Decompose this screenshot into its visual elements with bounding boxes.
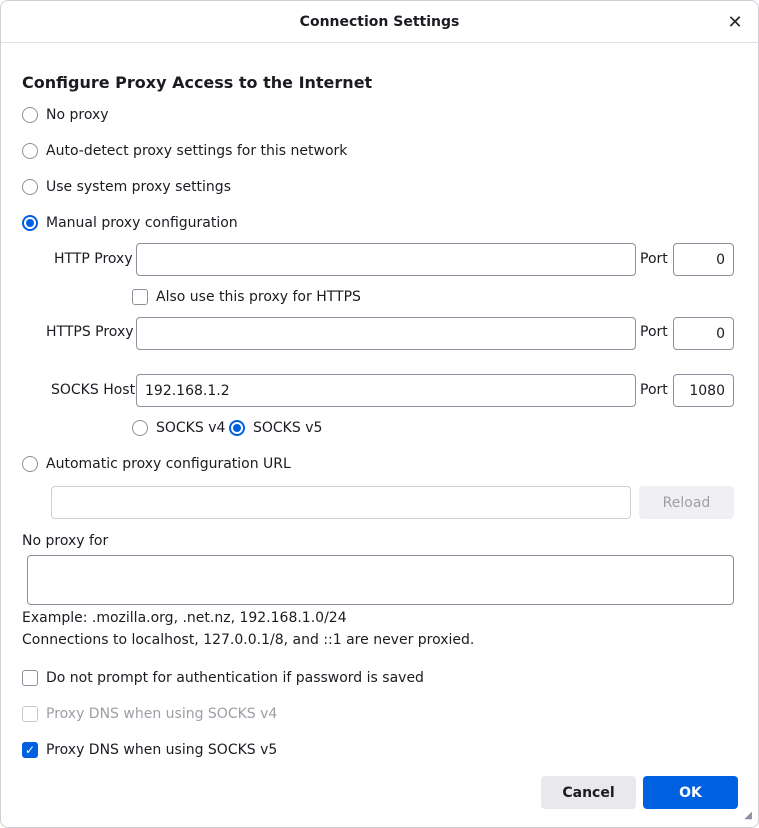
localhost-note: Connections to localhost, 127.0.0.1/8, a… bbox=[22, 632, 475, 648]
radio-no-proxy[interactable]: No proxy bbox=[22, 106, 109, 124]
no-proxy-for-textarea[interactable] bbox=[27, 555, 734, 605]
title-bar: Connection Settings ✕ bbox=[1, 1, 758, 43]
radio-label: Use system proxy settings bbox=[46, 179, 231, 195]
radio-system-proxy[interactable]: Use system proxy settings bbox=[22, 178, 231, 196]
radio-label: SOCKS v4 bbox=[156, 420, 226, 436]
connection-settings-dialog: Connection Settings ✕ Configure Proxy Ac… bbox=[0, 0, 759, 828]
auto-config-url-input[interactable] bbox=[51, 486, 631, 519]
https-proxy-input[interactable] bbox=[136, 317, 636, 350]
radio-manual-proxy[interactable]: Manual proxy configuration bbox=[22, 214, 238, 232]
radio-icon[interactable] bbox=[22, 107, 38, 123]
radio-selected-icon[interactable] bbox=[22, 215, 38, 231]
section-heading: Configure Proxy Access to the Internet bbox=[22, 73, 373, 92]
socks-port-label: Port bbox=[640, 382, 668, 398]
no-prompt-auth-checkbox[interactable]: Do not prompt for authentication if pass… bbox=[22, 669, 424, 687]
http-proxy-label: HTTP Proxy bbox=[54, 251, 133, 267]
radio-socks-v5[interactable]: SOCKS v5 bbox=[229, 419, 322, 437]
https-proxy-label: HTTPS Proxy bbox=[46, 324, 134, 340]
radio-auto-config-url[interactable]: Automatic proxy configuration URL bbox=[22, 455, 291, 473]
checkbox-label: Proxy DNS when using SOCKS v4 bbox=[46, 706, 278, 722]
http-port-input[interactable]: 0 bbox=[673, 243, 734, 276]
radio-label: Automatic proxy configuration URL bbox=[46, 456, 291, 472]
proxy-dns-socks-v4-checkbox[interactable]: Proxy DNS when using SOCKS v4 bbox=[22, 705, 277, 723]
socks-port-input[interactable]: 1080 bbox=[673, 374, 734, 407]
checkbox-label: Do not prompt for authentication if pass… bbox=[46, 670, 424, 686]
checkmark-icon[interactable]: ✓ bbox=[22, 742, 38, 758]
radio-label: No proxy bbox=[46, 107, 109, 123]
http-proxy-input[interactable] bbox=[136, 243, 636, 276]
ok-button[interactable]: OK bbox=[643, 776, 738, 809]
checkbox-icon[interactable] bbox=[132, 289, 148, 305]
dialog-title: Connection Settings bbox=[299, 13, 460, 30]
no-proxy-for-label: No proxy for bbox=[22, 533, 109, 549]
socks-host-label: SOCKS Host bbox=[51, 382, 136, 398]
resize-grip-icon[interactable]: ◢ bbox=[744, 810, 752, 821]
checkbox-icon[interactable] bbox=[22, 670, 38, 686]
radio-icon[interactable] bbox=[22, 456, 38, 472]
https-port-label: Port bbox=[640, 324, 668, 340]
radio-icon[interactable] bbox=[132, 420, 148, 436]
radio-icon[interactable] bbox=[22, 143, 38, 159]
proxy-dns-socks-v5-checkbox[interactable]: ✓ Proxy DNS when using SOCKS v5 bbox=[22, 741, 277, 759]
radio-auto-detect[interactable]: Auto-detect proxy settings for this netw… bbox=[22, 142, 347, 160]
radio-socks-v4[interactable]: SOCKS v4 bbox=[132, 419, 225, 437]
socks-host-input[interactable]: 192.168.1.2 bbox=[136, 374, 636, 407]
cancel-button[interactable]: Cancel bbox=[541, 776, 636, 809]
radio-selected-icon[interactable] bbox=[229, 420, 245, 436]
radio-label: Manual proxy configuration bbox=[46, 215, 238, 231]
checkbox-icon[interactable] bbox=[22, 706, 38, 722]
https-port-input[interactable]: 0 bbox=[673, 317, 734, 350]
radio-label: SOCKS v5 bbox=[253, 420, 323, 436]
reload-button[interactable]: Reload bbox=[639, 486, 734, 519]
also-https-checkbox[interactable]: Also use this proxy for HTTPS bbox=[132, 288, 361, 306]
checkbox-label: Also use this proxy for HTTPS bbox=[156, 289, 361, 305]
checkbox-label: Proxy DNS when using SOCKS v5 bbox=[46, 742, 278, 758]
no-proxy-example: Example: .mozilla.org, .net.nz, 192.168.… bbox=[22, 610, 347, 626]
radio-icon[interactable] bbox=[22, 179, 38, 195]
radio-label: Auto-detect proxy settings for this netw… bbox=[46, 143, 348, 159]
close-icon[interactable]: ✕ bbox=[722, 9, 748, 35]
http-port-label: Port bbox=[640, 251, 668, 267]
